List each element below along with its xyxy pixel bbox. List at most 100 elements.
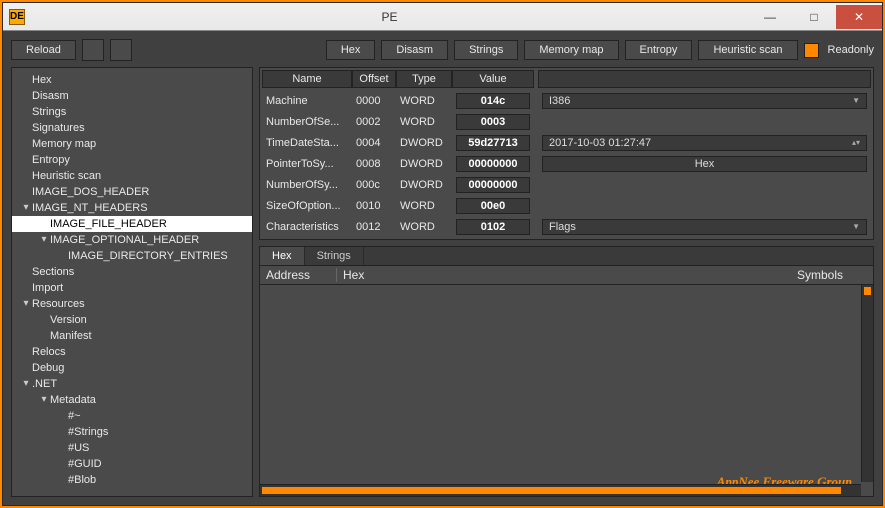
tree-item[interactable]: #~ <box>12 408 252 424</box>
tree-twisty-icon[interactable]: ▾ <box>38 393 50 407</box>
entropy-button[interactable]: Entropy <box>625 40 693 60</box>
datetime-spin[interactable]: 2017-10-03 01:27:47▴▾ <box>542 135 867 151</box>
toolbar-slot-1[interactable] <box>82 39 104 61</box>
cell-value[interactable]: 00000000 <box>452 156 534 172</box>
cell-extra[interactable]: I386▼ <box>538 93 871 109</box>
dump-tab[interactable]: Strings <box>305 247 364 265</box>
tree-item[interactable]: Relocs <box>12 344 252 360</box>
vertical-scrollbar[interactable] <box>861 285 873 482</box>
reload-button[interactable]: Reload <box>11 40 76 60</box>
horizontal-scrollbar[interactable] <box>260 484 861 496</box>
cell-value[interactable]: 0102 <box>452 219 534 235</box>
tree-item-label: Debug <box>32 361 64 375</box>
cell-value[interactable]: 0003 <box>452 114 534 130</box>
tree-item[interactable]: #US <box>12 440 252 456</box>
tree-twisty-icon[interactable]: ▾ <box>20 297 32 311</box>
grid-row[interactable]: NumberOfSe...0002WORD0003 <box>262 111 871 132</box>
cell-offset: 0008 <box>352 158 396 170</box>
tree-item[interactable]: #GUID <box>12 456 252 472</box>
minimize-button[interactable]: — <box>748 5 792 29</box>
cell-name: PointerToSy... <box>262 158 352 170</box>
combo-box[interactable]: Flags▼ <box>542 219 867 235</box>
memory-map-button[interactable]: Memory map <box>524 40 618 60</box>
tree-item[interactable]: IMAGE_DIRECTORY_ENTRIES <box>12 248 252 264</box>
tree-item-label: Hex <box>32 73 52 87</box>
maximize-button[interactable]: □ <box>792 5 836 29</box>
cell-name: Machine <box>262 95 352 107</box>
tree-item[interactable]: Memory map <box>12 136 252 152</box>
cell-type: WORD <box>396 221 452 233</box>
cell-value[interactable]: 00000000 <box>452 177 534 193</box>
spinner-icon[interactable]: ▴▾ <box>852 138 860 147</box>
readonly-checkbox[interactable] <box>804 43 819 58</box>
tree-item-label: IMAGE_NT_HEADERS <box>32 201 148 215</box>
tree-item[interactable]: ▾IMAGE_NT_HEADERS <box>12 200 252 216</box>
window-body: Reload Hex Disasm Strings Memory map Ent… <box>3 31 882 505</box>
cell-offset: 0012 <box>352 221 396 233</box>
grid-row[interactable]: Machine0000WORD014cI386▼ <box>262 90 871 111</box>
tree-item-label: Strings <box>32 105 66 119</box>
tree-item[interactable]: #Strings <box>12 424 252 440</box>
tree-item[interactable]: Version <box>12 312 252 328</box>
grid-row[interactable]: Characteristics0012WORD0102Flags▼ <box>262 216 871 237</box>
tree-item[interactable]: Manifest <box>12 328 252 344</box>
cell-extra[interactable]: 2017-10-03 01:27:47▴▾ <box>538 135 871 151</box>
hex-button[interactable]: Hex <box>326 40 376 60</box>
grid-row[interactable]: NumberOfSy...000cDWORD00000000 <box>262 174 871 195</box>
cell-value[interactable]: 00e0 <box>452 198 534 214</box>
pe-window: DE PE — □ ✕ Reload Hex Disasm Strings Me… <box>2 2 883 506</box>
tree-item[interactable]: Debug <box>12 360 252 376</box>
navigation-tree[interactable]: HexDisasmStringsSignaturesMemory mapEntr… <box>11 67 253 497</box>
grid-row[interactable]: TimeDateSta...0004DWORD59d277132017-10-0… <box>262 132 871 153</box>
toolbar-slot-2[interactable] <box>110 39 132 61</box>
tree-item[interactable]: #Blob <box>12 472 252 488</box>
tree-item[interactable]: Heuristic scan <box>12 168 252 184</box>
tree-item[interactable]: IMAGE_DOS_HEADER <box>12 184 252 200</box>
col-type[interactable]: Type <box>396 70 452 88</box>
col-value[interactable]: Value <box>452 70 534 88</box>
disasm-button[interactable]: Disasm <box>381 40 448 60</box>
tree-item[interactable]: ▾IMAGE_OPTIONAL_HEADER <box>12 232 252 248</box>
cell-name: NumberOfSe... <box>262 116 352 128</box>
grid-row[interactable]: PointerToSy...0008DWORD00000000Hex <box>262 153 871 174</box>
tree-item-label: IMAGE_DIRECTORY_ENTRIES <box>68 249 228 263</box>
tree-twisty-icon[interactable]: ▾ <box>20 377 32 391</box>
tree-item[interactable]: Import <box>12 280 252 296</box>
tree-item[interactable]: Entropy <box>12 152 252 168</box>
grid-row[interactable]: SizeOfOption...0010WORD00e0 <box>262 195 871 216</box>
extra-button[interactable]: Hex <box>542 156 867 172</box>
tree-item[interactable]: Sections <box>12 264 252 280</box>
cell-extra[interactable]: Flags▼ <box>538 219 871 235</box>
tree-item[interactable]: Hex <box>12 72 252 88</box>
close-button[interactable]: ✕ <box>836 5 882 29</box>
tree-item[interactable]: Signatures <box>12 120 252 136</box>
tree-item[interactable]: ▾Resources <box>12 296 252 312</box>
col-name[interactable]: Name <box>262 70 352 88</box>
tree-item[interactable]: IMAGE_FILE_HEADER <box>12 216 252 232</box>
heuristic-button[interactable]: Heuristic scan <box>698 40 797 60</box>
tree-item-label: #US <box>68 441 89 455</box>
grid-header: Name Offset Type Value <box>262 70 871 88</box>
cell-extra[interactable]: Hex <box>538 156 871 172</box>
cell-value[interactable]: 014c <box>452 93 534 109</box>
chevron-down-icon: ▼ <box>852 96 860 105</box>
tree-item[interactable]: Disasm <box>12 88 252 104</box>
strings-button[interactable]: Strings <box>454 40 518 60</box>
cell-value[interactable]: 59d27713 <box>452 135 534 151</box>
toolbar: Reload Hex Disasm Strings Memory map Ent… <box>11 39 874 61</box>
app-icon: DE <box>9 9 25 25</box>
hex-body[interactable]: AppNee Freeware Group. <box>260 285 873 496</box>
cell-name: SizeOfOption... <box>262 200 352 212</box>
tree-twisty-icon[interactable]: ▾ <box>20 201 32 215</box>
tree-item-label: Heuristic scan <box>32 169 101 183</box>
tree-item[interactable]: ▾Metadata <box>12 392 252 408</box>
tree-item[interactable]: ▾.NET <box>12 376 252 392</box>
tree-item[interactable]: Strings <box>12 104 252 120</box>
tree-item-label: Metadata <box>50 393 96 407</box>
combo-box[interactable]: I386▼ <box>542 93 867 109</box>
tree-twisty-icon[interactable]: ▾ <box>38 233 50 247</box>
right-panel: Name Offset Type Value Machine0000WORD01… <box>259 67 874 497</box>
dump-tab[interactable]: Hex <box>260 247 305 265</box>
cell-offset: 0004 <box>352 137 396 149</box>
col-offset[interactable]: Offset <box>352 70 396 88</box>
